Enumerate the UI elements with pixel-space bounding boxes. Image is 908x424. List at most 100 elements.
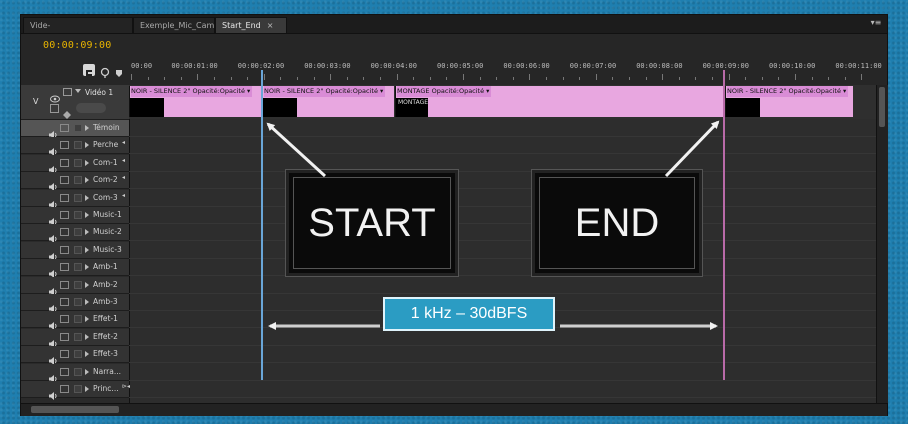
- speaker-icon[interactable]: [49, 350, 58, 366]
- speaker-icon[interactable]: [49, 124, 58, 139]
- tab-vide-garage[interactable]: Vide-Garage_2018_DEF.mp4: [23, 17, 133, 46]
- close-tab-icon[interactable]: ×: [267, 21, 274, 30]
- sync-lock-icon[interactable]: [60, 350, 69, 359]
- track-lock-icon[interactable]: [74, 211, 82, 219]
- keyframe-nav[interactable]: [76, 103, 106, 113]
- sync-lock-icon[interactable]: [60, 280, 69, 289]
- speaker-icon[interactable]: [49, 263, 58, 279]
- time-ruler[interactable]: 00:00 00:00:01:00 00:00:02:00 00:00:03:00 00…: [131, 62, 882, 84]
- expand-triangle-icon[interactable]: [85, 142, 89, 149]
- audio-track-header[interactable]: Amb-2: [21, 276, 129, 296]
- expand-triangle-icon[interactable]: [85, 159, 89, 166]
- expand-triangle-icon[interactable]: [85, 281, 89, 288]
- expand-triangle-icon[interactable]: [85, 351, 89, 358]
- track-lock-icon[interactable]: [74, 332, 82, 341]
- sync-lock-icon[interactable]: [60, 332, 69, 341]
- speaker-icon[interactable]: [49, 333, 58, 348]
- expand-triangle-icon[interactable]: [85, 316, 89, 323]
- track-lock-icon[interactable]: [74, 298, 82, 306]
- clip-noir-silence-3[interactable]: NOIR - SILENCE 2" Opacité:Opacité ▾: [725, 86, 853, 117]
- sync-lock-icon[interactable]: [60, 245, 69, 254]
- speaker-icon[interactable]: [49, 228, 58, 244]
- speaker-icon[interactable]: [49, 141, 58, 157]
- sync-lock-icon[interactable]: [60, 228, 69, 237]
- sync-lock-icon[interactable]: [60, 211, 69, 219]
- audio-track-header[interactable]: Effet-2: [21, 328, 129, 348]
- track-lock-icon[interactable]: [74, 385, 82, 393]
- expand-triangle-icon[interactable]: [85, 246, 89, 253]
- collapse-triangle-icon[interactable]: [75, 89, 81, 93]
- expand-triangle-icon[interactable]: [85, 194, 89, 201]
- eye-icon[interactable]: [50, 88, 60, 103]
- audio-track-header[interactable]: Com-1 ◂: [21, 154, 129, 174]
- sync-lock-icon[interactable]: [60, 367, 69, 376]
- expand-triangle-icon[interactable]: [85, 212, 89, 218]
- sync-lock-icon[interactable]: [60, 176, 69, 185]
- snap-icon[interactable]: [83, 64, 95, 76]
- audio-track-header[interactable]: Princ... ⊳◂: [21, 381, 130, 400]
- expand-triangle-icon[interactable]: [85, 368, 89, 375]
- audio-track-header[interactable]: Narra...: [21, 363, 129, 383]
- audio-track-header[interactable]: Effet-3: [21, 346, 129, 366]
- audio-track-header[interactable]: Effet-1: [21, 311, 129, 331]
- speaker-icon[interactable]: [49, 211, 58, 226]
- speaker-icon[interactable]: [49, 368, 58, 383]
- audio-track-header[interactable]: Music-2: [21, 224, 129, 244]
- sync-lock-icon[interactable]: [60, 315, 69, 324]
- track-lock-icon[interactable]: [74, 228, 82, 237]
- clip-montage[interactable]: MONTAGE Opacité:Opacité ▾ MONTAGE: [395, 86, 725, 117]
- speaker-icon[interactable]: [49, 159, 58, 174]
- speaker-icon[interactable]: [49, 281, 58, 296]
- expand-triangle-icon[interactable]: [85, 333, 89, 340]
- speaker-icon[interactable]: [49, 176, 58, 192]
- sync-lock-icon[interactable]: [60, 193, 69, 202]
- add-marker-icon[interactable]: [99, 64, 111, 78]
- expand-triangle-icon[interactable]: [85, 386, 89, 392]
- track-lock-icon[interactable]: [50, 104, 59, 113]
- marker-menu-icon[interactable]: [113, 64, 125, 77]
- track-lock-icon[interactable]: [74, 280, 82, 289]
- track-lock-icon[interactable]: [74, 245, 82, 254]
- audio-track-header[interactable]: Music-3: [21, 241, 129, 261]
- audio-track-header[interactable]: Amb-3: [21, 294, 129, 313]
- tab-exemple-mic-cam[interactable]: Exemple_Mic_Cam: [133, 17, 215, 33]
- audio-track-header[interactable]: Com-3 ◂: [21, 189, 129, 209]
- expand-triangle-icon[interactable]: [85, 229, 89, 236]
- clip-noir-silence-1[interactable]: NOIR - SILENCE 2" Opacité:Opacité ▾: [129, 86, 261, 117]
- audio-track-header[interactable]: Music-1: [21, 207, 129, 226]
- vertical-scroll-thumb[interactable]: [879, 87, 885, 127]
- panel-menu-icon[interactable]: ▾≡: [869, 18, 883, 28]
- expand-triangle-icon[interactable]: [85, 299, 89, 305]
- audio-track-header[interactable]: Perche ◂: [21, 137, 129, 157]
- speaker-icon[interactable]: [49, 194, 58, 209]
- expand-triangle-icon[interactable]: [85, 125, 89, 131]
- audio-track-header[interactable]: Témoin: [21, 120, 129, 139]
- sync-lock-icon[interactable]: [60, 124, 69, 132]
- audio-track-header[interactable]: Com-2 ◂: [21, 172, 129, 192]
- track-lock-icon[interactable]: [74, 176, 82, 185]
- sync-lock-icon[interactable]: [60, 141, 69, 150]
- sync-lock-icon[interactable]: [60, 158, 69, 167]
- expand-triangle-icon[interactable]: [85, 264, 89, 271]
- speaker-icon[interactable]: [49, 246, 58, 261]
- expand-triangle-icon[interactable]: [85, 177, 89, 184]
- tab-start-end[interactable]: Start_End ×: [215, 17, 287, 33]
- track-lock-icon[interactable]: [74, 193, 82, 202]
- sync-lock-icon[interactable]: [60, 298, 69, 306]
- track-lock-icon[interactable]: [74, 263, 82, 272]
- clip-noir-silence-2[interactable]: NOIR - SILENCE 2" Opacité:Opacité ▾: [262, 86, 394, 117]
- video-target-toggle[interactable]: V: [33, 97, 38, 106]
- track-lock-icon[interactable]: [74, 350, 82, 359]
- keyframe-diamond-icon[interactable]: [63, 104, 71, 119]
- sync-lock-icon[interactable]: [60, 385, 69, 393]
- speaker-icon[interactable]: [49, 385, 58, 400]
- horizontal-scroll-thumb[interactable]: [31, 406, 119, 413]
- track-lock-icon[interactable]: [74, 315, 82, 324]
- speaker-icon[interactable]: [49, 315, 58, 331]
- current-timecode[interactable]: 00:00:09:00: [43, 40, 111, 51]
- sync-lock-icon[interactable]: [60, 263, 69, 272]
- track-lock-icon[interactable]: [74, 124, 82, 132]
- speaker-icon[interactable]: [49, 298, 58, 313]
- track-lock-icon[interactable]: [74, 158, 82, 167]
- audio-track-header[interactable]: Amb-1: [21, 259, 129, 279]
